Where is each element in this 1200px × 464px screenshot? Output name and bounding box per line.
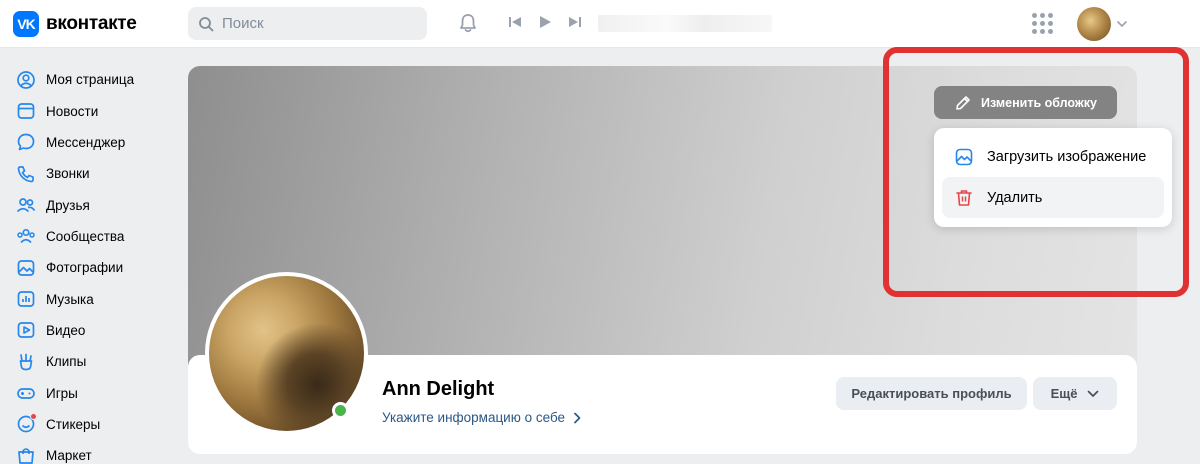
sidebar-item-messenger[interactable]: Мессенджер (0, 127, 180, 158)
change-cover-label: Изменить обложку (981, 95, 1097, 110)
left-sidebar: Моя страница Новости Мессенджер Звонки Д… (0, 64, 180, 464)
apps-grid-icon[interactable] (1032, 13, 1053, 34)
sidebar-item-stickers[interactable]: Стикеры (0, 409, 180, 440)
next-track-icon[interactable] (568, 15, 582, 29)
sidebar-item-games[interactable]: Игры (0, 377, 180, 408)
blurred-track-title (598, 15, 772, 32)
logo-text: вконтакте (46, 13, 137, 34)
news-icon (16, 101, 36, 121)
profile-name: Ann Delight (382, 378, 495, 400)
sidebar-item-label: Сообщества (46, 228, 125, 244)
stickers-icon (16, 413, 37, 434)
search-icon (199, 16, 214, 31)
sidebar-item-label: Видео (46, 322, 86, 338)
menu-item-label: Загрузить изображение (987, 148, 1147, 165)
sidebar-item-label: Друзья (46, 197, 90, 213)
sidebar-item-music[interactable]: Музыка (0, 283, 180, 314)
sidebar-item-label: Новости (46, 103, 99, 119)
previous-track-icon[interactable] (508, 15, 522, 29)
menu-item-delete[interactable]: Удалить (942, 177, 1164, 218)
pencil-icon (956, 95, 970, 110)
clips-icon (16, 352, 36, 372)
market-icon (16, 446, 36, 464)
message-icon (16, 132, 36, 152)
sidebar-item-news[interactable]: Новости (0, 95, 180, 126)
user-avatar[interactable] (1077, 7, 1111, 41)
sidebar-item-label: Фотографии (46, 260, 124, 276)
chevron-right-icon (574, 412, 581, 423)
games-icon (16, 383, 36, 403)
chevron-down-icon (1088, 390, 1099, 397)
phone-icon (16, 164, 36, 184)
audio-player-controls (508, 15, 582, 29)
top-bar: VK вконтакте (0, 0, 1200, 48)
sidebar-item-photos[interactable]: Фотографии (0, 252, 180, 283)
search-input[interactable] (222, 15, 402, 32)
edit-profile-button[interactable]: Редактировать профиль (836, 377, 1027, 410)
change-cover-button[interactable]: Изменить обложку (934, 86, 1117, 119)
sidebar-item-video[interactable]: Видео (0, 315, 180, 346)
communities-icon (16, 226, 36, 246)
sidebar-item-label: Звонки (46, 166, 90, 182)
about-me-link[interactable]: Укажите информацию о себе (382, 410, 581, 425)
sidebar-item-label: Маркет (46, 448, 92, 464)
image-icon (955, 148, 973, 165)
sidebar-item-label: Музыка (46, 291, 94, 307)
more-label: Ещё (1050, 386, 1078, 401)
sidebar-item-label: Клипы (46, 354, 87, 370)
online-status-indicator (332, 402, 349, 419)
video-icon (16, 320, 36, 340)
menu-item-label: Удалить (987, 189, 1043, 206)
user-circle-icon (16, 70, 36, 90)
more-button[interactable]: Ещё (1033, 377, 1117, 410)
menu-item-upload-image[interactable]: Загрузить изображение (942, 136, 1164, 177)
vk-logo-icon: VK (13, 11, 39, 37)
cover-dropdown-menu: Загрузить изображение Удалить (934, 128, 1172, 227)
sidebar-item-clips[interactable]: Клипы (0, 346, 180, 377)
about-me-label: Укажите информацию о себе (382, 410, 566, 425)
sidebar-item-calls[interactable]: Звонки (0, 158, 180, 189)
search-box[interactable] (188, 7, 427, 40)
music-icon (16, 289, 36, 309)
sidebar-item-label: Моя страница (46, 72, 135, 88)
notifications-bell-icon[interactable] (457, 12, 479, 39)
sidebar-item-label: Стикеры (46, 416, 101, 432)
sidebar-item-communities[interactable]: Сообщества (0, 221, 180, 252)
sidebar-item-friends[interactable]: Друзья (0, 189, 180, 220)
vk-logo[interactable]: VK вконтакте (13, 11, 137, 37)
sidebar-item-label: Игры (46, 385, 78, 401)
sidebar-item-label: Мессенджер (46, 134, 126, 150)
trash-icon (956, 189, 972, 206)
chevron-down-icon[interactable] (1117, 19, 1127, 29)
sidebar-item-market[interactable]: Маркет (0, 440, 180, 464)
friends-icon (16, 195, 36, 215)
photo-icon (16, 258, 36, 278)
play-icon[interactable] (538, 15, 552, 29)
sidebar-item-my-page[interactable]: Моя страница (0, 64, 180, 95)
